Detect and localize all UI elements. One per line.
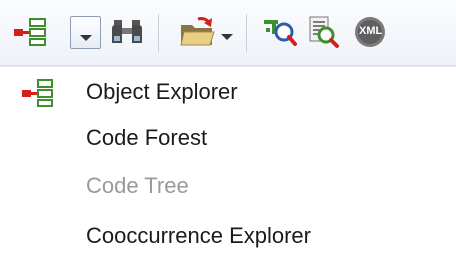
view-dropdown-menu: Object Explorer Code Forest Code Tree Co… <box>0 66 456 263</box>
object-explorer-icon[interactable] <box>14 18 50 51</box>
menu-item-label: Cooccurrence Explorer <box>86 223 311 248</box>
menu-item-cooccurrence-explorer[interactable]: Cooccurrence Explorer <box>0 217 370 259</box>
object-explorer-icon <box>22 79 56 112</box>
xml-icon-label: XML <box>359 25 383 37</box>
binoculars-icon[interactable] <box>110 16 144 53</box>
chevron-down-icon <box>79 29 93 47</box>
menu-item-label: Code Forest <box>86 125 208 150</box>
menu-item-code-forest[interactable]: Code Forest <box>0 119 370 161</box>
menu-item-label: Object Explorer <box>86 79 238 104</box>
toolbar-separator <box>158 14 159 52</box>
toolbar: XML <box>0 0 456 66</box>
query-report-icon[interactable] <box>306 15 342 54</box>
xml-icon[interactable]: XML <box>352 16 388 53</box>
menu-item-code-tree: Code Tree <box>0 167 370 209</box>
menu-item-object-explorer[interactable]: Object Explorer <box>0 73 370 115</box>
toolbar-separator <box>246 14 247 52</box>
object-explorer-dropdown-button[interactable] <box>70 16 101 49</box>
chevron-down-icon[interactable] <box>220 28 234 46</box>
query-tool-icon[interactable] <box>262 16 298 53</box>
folder-open-icon[interactable] <box>178 15 216 54</box>
menu-item-label: Code Tree <box>86 173 189 198</box>
